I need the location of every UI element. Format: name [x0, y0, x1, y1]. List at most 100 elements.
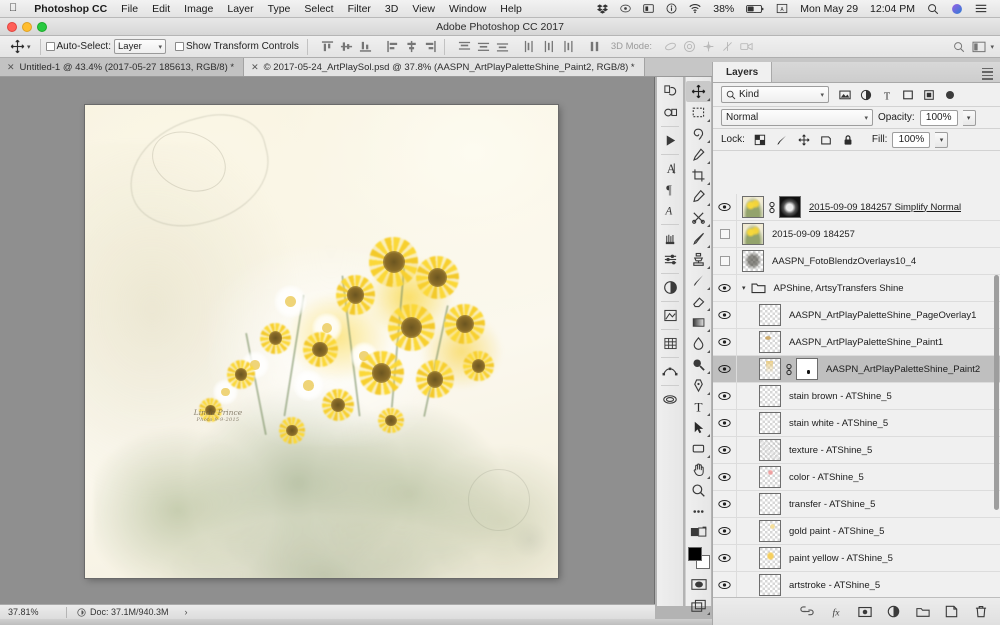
close-window-button[interactable]: [7, 22, 17, 32]
layer-thumbnails[interactable]: [737, 385, 781, 407]
show-transform-controls-checkbox[interactable]: [175, 42, 184, 51]
menu-type[interactable]: Type: [261, 3, 298, 15]
art-history-tool[interactable]: [658, 102, 683, 123]
roll-3d-icon[interactable]: [681, 39, 698, 55]
slide-3d-icon[interactable]: [719, 39, 736, 55]
layer-visibility-eye-icon[interactable]: [713, 383, 737, 409]
type-tool[interactable]: T: [686, 396, 711, 417]
rectangular-marquee-tool[interactable]: [686, 102, 711, 123]
menubar-time[interactable]: 12:04 PM: [864, 3, 921, 15]
auto-select-checkbox[interactable]: [45, 42, 55, 51]
menu-file[interactable]: File: [114, 3, 145, 15]
slider-tool[interactable]: [658, 249, 683, 270]
layer-thumbnail[interactable]: [759, 412, 781, 434]
menu-3d[interactable]: 3D: [378, 3, 405, 15]
layer-visibility-eye-icon[interactable]: [713, 572, 737, 597]
layer-row[interactable]: ▾ APShine, ArtsyTransfers Shine: [713, 275, 1000, 302]
info-icon[interactable]: [660, 3, 683, 14]
layer-visibility-eye-icon[interactable]: [713, 194, 737, 220]
layer-thumbnails[interactable]: [737, 466, 781, 488]
chevron-right-icon[interactable]: ›: [185, 607, 188, 617]
tool-expand-corner[interactable]: [706, 370, 710, 374]
active-tool-indicator[interactable]: ▾: [6, 39, 35, 54]
tool-expand-corner[interactable]: [706, 412, 710, 416]
tool-expand-corner[interactable]: [706, 97, 710, 101]
layer-row[interactable]: 2015-09-09 184257: [713, 221, 1000, 248]
curve-anchor-tool[interactable]: [658, 361, 683, 382]
hand-tool[interactable]: [686, 459, 711, 480]
edit-toolbar-ellipsis[interactable]: [686, 501, 711, 522]
layer-thumbnail[interactable]: [759, 385, 781, 407]
layer-mask-link-icon[interactable]: [784, 363, 793, 376]
menu-edit[interactable]: Edit: [145, 3, 177, 15]
layer-thumbnails[interactable]: [737, 412, 781, 434]
layers-scrollbar[interactable]: [994, 275, 999, 510]
layer-row[interactable]: artstroke - ATShine_5: [713, 572, 1000, 597]
blend-mode-dropdown[interactable]: Normal ▾: [721, 109, 873, 126]
layer-name[interactable]: AASPN_ArtPlayPaletteShine_Paint2: [818, 364, 980, 375]
layer-row[interactable]: AASPN_FotoBlendzOverlays10_4: [713, 248, 1000, 275]
layer-name[interactable]: AASPN_ArtPlayPaletteShine_PageOverlay1: [781, 310, 976, 321]
link-icon[interactable]: [614, 3, 637, 14]
chevron-down-icon[interactable]: ▾: [990, 43, 994, 51]
shape-layer-filter-icon[interactable]: [901, 88, 914, 101]
pan-3d-icon[interactable]: [700, 39, 717, 55]
document-info[interactable]: Doc: 37.1M/940.3M: [67, 607, 169, 617]
panel-menu-icon[interactable]: [982, 68, 993, 80]
layer-name[interactable]: 2015-09-09 184257: [764, 229, 855, 240]
layer-mask-thumbnail[interactable]: [796, 358, 818, 380]
distribute-spacing-icon[interactable]: [586, 39, 603, 55]
layer-style-fx-icon[interactable]: fx: [828, 604, 843, 619]
tool-expand-corner[interactable]: [706, 286, 710, 290]
zoom-3d-camera-icon[interactable]: [738, 39, 755, 55]
fill-value-field[interactable]: 100%: [892, 131, 931, 148]
layer-visibility-off-checkbox[interactable]: [713, 221, 737, 247]
layer-mask-thumbnail[interactable]: [779, 196, 801, 218]
layer-thumbnails[interactable]: [737, 304, 781, 326]
distribute-horizontal-centers-icon[interactable]: [540, 39, 557, 55]
menu-select[interactable]: Select: [297, 3, 340, 15]
layer-name[interactable]: color - ATShine_5: [781, 472, 864, 483]
layer-row[interactable]: gold paint - ATShine_5: [713, 518, 1000, 545]
layer-row[interactable]: stain brown - ATShine_5: [713, 383, 1000, 410]
layer-thumbnail[interactable]: [759, 331, 781, 353]
pen-tool[interactable]: [686, 375, 711, 396]
canvas-work-area[interactable]: Linda Prince Photo 9-9-2015: [0, 77, 655, 606]
align-left-edges-icon[interactable]: [384, 39, 401, 55]
input-source-icon[interactable]: A: [770, 3, 794, 14]
paragraph-tool[interactable]: ¶: [658, 179, 683, 200]
lock-artboard-nesting-icon[interactable]: [820, 133, 833, 146]
menubar-date[interactable]: Mon May 29: [794, 3, 864, 15]
adjustment-layer-filter-icon[interactable]: [859, 88, 872, 101]
layer-row[interactable]: 2015-09-09 184257 Simplify Normal: [713, 194, 1000, 221]
workspace-switcher-icon[interactable]: [970, 39, 987, 55]
group-disclosure-chevron-down-icon[interactable]: ▾: [742, 284, 746, 292]
add-layer-mask-icon[interactable]: [857, 604, 872, 619]
history-brush-tool[interactable]: [686, 270, 711, 291]
layer-visibility-eye-icon[interactable]: [713, 518, 737, 544]
pattern-tool[interactable]: [658, 305, 683, 326]
notification-center-icon[interactable]: [969, 3, 993, 14]
history-brush-tool[interactable]: [658, 81, 683, 102]
new-layer-icon[interactable]: [944, 604, 959, 619]
dropbox-icon[interactable]: [591, 3, 614, 14]
crop-tool[interactable]: [686, 165, 711, 186]
blur-tool[interactable]: [686, 333, 711, 354]
layer-thumbnails[interactable]: [737, 493, 781, 515]
wifi-icon[interactable]: [683, 3, 707, 14]
tool-expand-corner[interactable]: [706, 118, 710, 122]
tool-expand-corner[interactable]: [706, 611, 710, 615]
delete-layer-icon[interactable]: [973, 604, 988, 619]
align-vertical-centers-icon[interactable]: [338, 39, 355, 55]
lock-transparent-pixels-icon[interactable]: [754, 133, 767, 146]
screen-mode-icon[interactable]: [686, 595, 711, 616]
zoom-level-field[interactable]: 37.81%: [0, 607, 66, 617]
tool-expand-corner[interactable]: [706, 181, 710, 185]
layer-name[interactable]: texture - ATShine_5: [781, 445, 872, 456]
tool-expand-corner[interactable]: [706, 433, 710, 437]
auto-select-target-dropdown[interactable]: Layer ▾: [114, 39, 166, 54]
layer-thumbnail[interactable]: [742, 196, 764, 218]
layer-name[interactable]: transfer - ATShine_5: [781, 499, 875, 510]
layer-mask-link-icon[interactable]: [767, 201, 776, 214]
apple-icon[interactable]: : [0, 3, 27, 14]
